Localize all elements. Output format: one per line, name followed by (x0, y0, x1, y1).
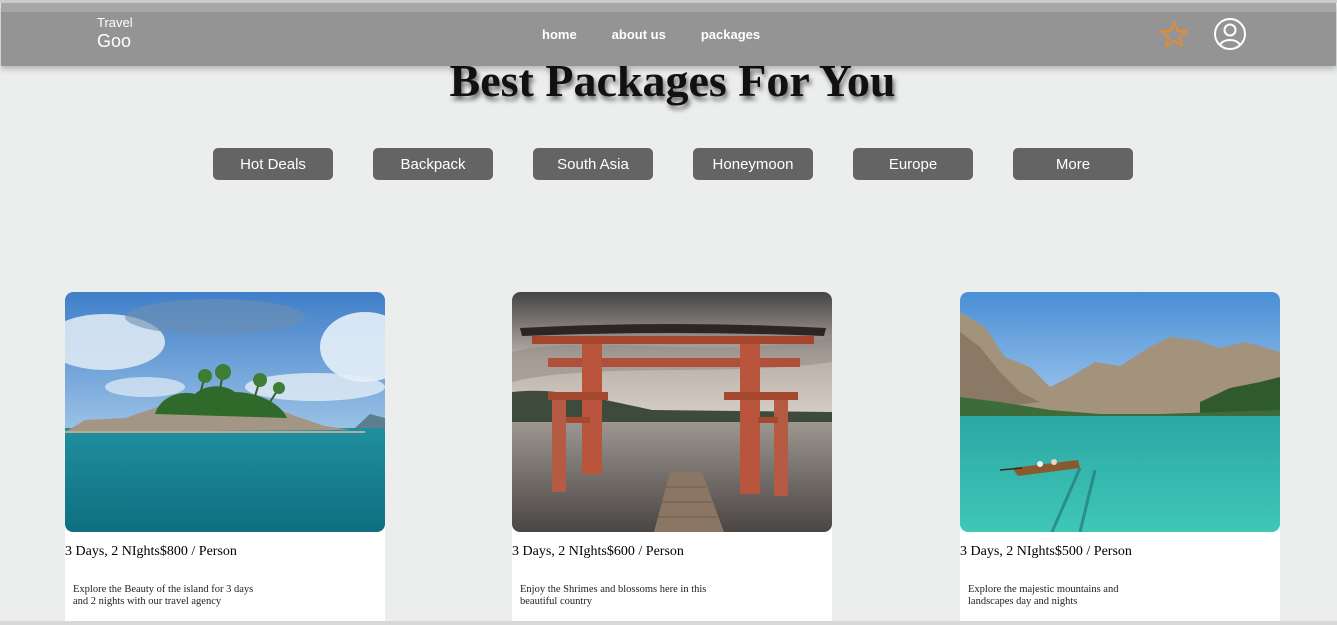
description-line: landscapes day and nights (968, 596, 1078, 607)
nav-link-packages[interactable]: packages (701, 27, 760, 42)
brand-logo[interactable]: Travel Goo (97, 15, 133, 52)
package-description: Explore the Beauty of the island for 3 d… (73, 584, 283, 608)
filter-honeymoon-button[interactable]: Honeymoon (693, 148, 813, 180)
island-photo (65, 292, 385, 532)
filter-backpack-button[interactable]: Backpack (373, 148, 493, 180)
filter-bar: Hot Deals Backpack South Asia Honeymoon … (213, 148, 1133, 180)
package-duration: 3 Days, 2 NIghts (65, 544, 160, 559)
package-price-amount: $600 (606, 544, 635, 559)
package-per-person: / Person (634, 544, 684, 559)
brand-line-2: Goo (97, 31, 132, 51)
nav-link-home[interactable]: home (542, 27, 577, 42)
filter-hot-deals-button[interactable]: Hot Deals (213, 148, 333, 180)
package-card-torii[interactable]: 3 Days, 2 NIghts$600 / Person Enjoy the … (512, 292, 832, 625)
description-line: Enjoy the Shrimes and blossoms here in t… (520, 584, 707, 595)
package-card-island[interactable]: 3 Days, 2 NIghts$800 / Person Explore th… (65, 292, 385, 625)
mountain-lake-photo (960, 292, 1280, 532)
description-line: and 2 nights with our travel agency (73, 596, 222, 607)
description-line: Explore the Beauty of the island for 3 d… (73, 584, 254, 595)
torii-gate-photo (512, 292, 832, 532)
package-price: 3 Days, 2 NIghts$500 / Person (960, 544, 1132, 560)
package-price: 3 Days, 2 NIghts$800 / Person (65, 544, 237, 560)
description-line: Explore the majestic mountains and (968, 584, 1119, 595)
star-icon[interactable] (1159, 20, 1189, 50)
filter-more-button[interactable]: More (1013, 148, 1133, 180)
nav-link-about-us[interactable]: about us (612, 27, 666, 42)
user-icon[interactable] (1213, 17, 1247, 51)
package-description: Enjoy the Shrimes and blossoms here in t… (520, 584, 730, 608)
page: Travel Goo home about us packages Best P… (0, 0, 1337, 625)
brand-line-1: Travel (97, 15, 133, 30)
bottom-border (0, 621, 1337, 625)
package-duration: 3 Days, 2 NIghts (960, 544, 1055, 559)
package-description: Explore the majestic mountains and lands… (968, 584, 1178, 608)
package-card-mountains[interactable]: 3 Days, 2 NIghts$500 / Person Explore th… (960, 292, 1280, 625)
navbar: Travel Goo home about us packages (1, 3, 1336, 66)
package-per-person: / Person (187, 544, 237, 559)
package-per-person: / Person (1082, 544, 1132, 559)
package-price-amount: $500 (1054, 544, 1083, 559)
package-price: 3 Days, 2 NIghts$600 / Person (512, 544, 684, 560)
nav-links: home about us packages (542, 27, 760, 42)
package-duration: 3 Days, 2 NIghts (512, 544, 607, 559)
filter-europe-button[interactable]: Europe (853, 148, 973, 180)
package-price-amount: $800 (159, 544, 188, 559)
filter-south-asia-button[interactable]: South Asia (533, 148, 653, 180)
description-line: beautiful country (520, 596, 593, 607)
